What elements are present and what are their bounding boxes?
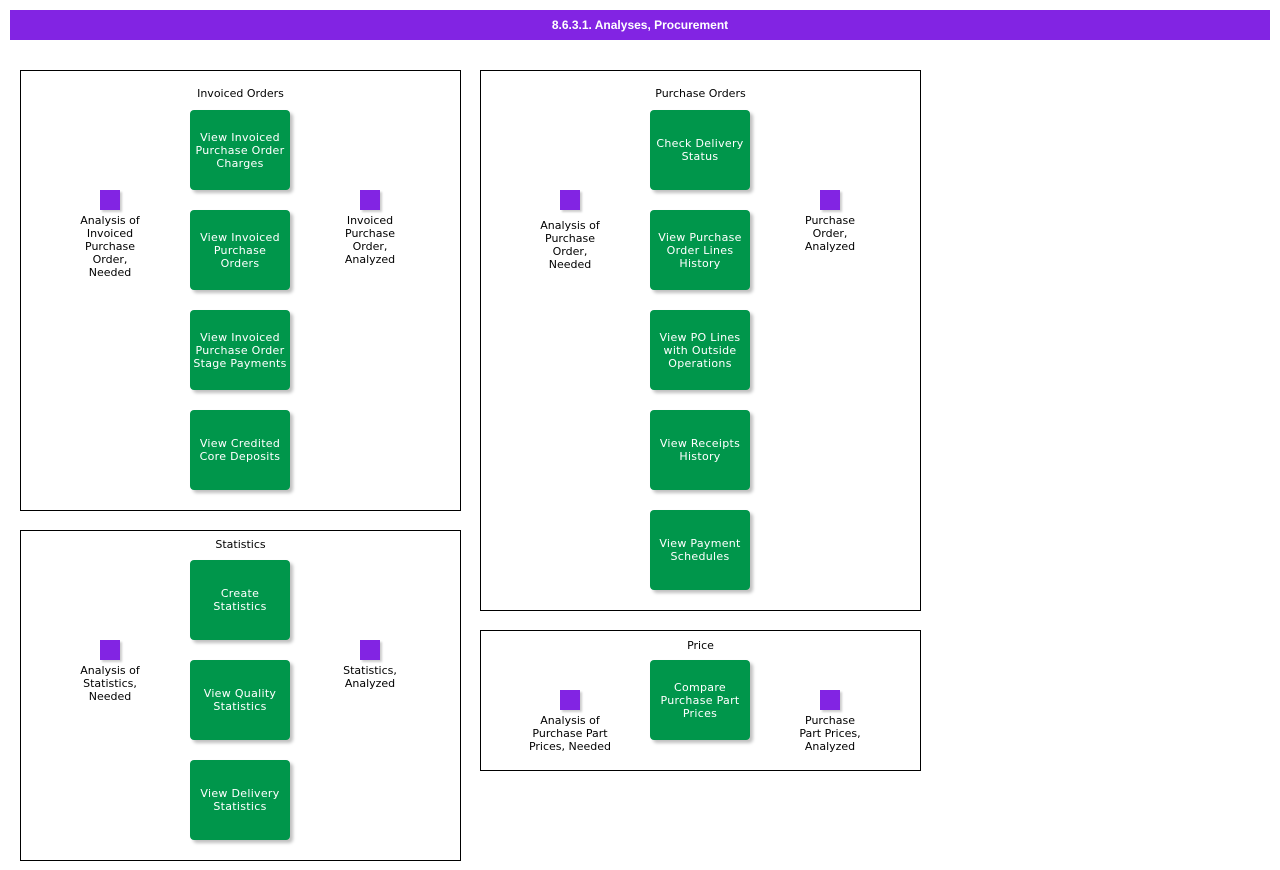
activity-view-quality-statistics[interactable]: View Quality Statistics	[190, 660, 290, 740]
end-event[interactable]	[360, 190, 380, 210]
activity-view-receipts-history[interactable]: View Receipts History	[650, 410, 750, 490]
activity-compare-purchase-part-prices[interactable]: Compare Purchase Part Prices	[650, 660, 750, 740]
activity-view-po-lines-history[interactable]: View Purchase Order Lines History	[650, 210, 750, 290]
activity-check-delivery-status[interactable]: Check Delivery Status	[650, 110, 750, 190]
panel-title: Price	[687, 639, 714, 652]
end-event[interactable]	[360, 640, 380, 660]
start-event-label: Analysis of Statistics, Needed	[80, 664, 140, 703]
panel-title: Invoiced Orders	[197, 87, 284, 100]
end-event[interactable]	[820, 690, 840, 710]
activity-view-invoiced-po-charges[interactable]: View Invoiced Purchase Order Charges	[190, 110, 290, 190]
page-title: 8.6.3.1. Analyses, Procurement	[10, 10, 1270, 40]
end-event[interactable]	[820, 190, 840, 210]
activity-view-credited-core-deposits[interactable]: View Credited Core Deposits	[190, 410, 290, 490]
activity-view-po-lines-outside-ops[interactable]: View PO Lines with Outside Operations	[650, 310, 750, 390]
start-event[interactable]	[560, 190, 580, 210]
end-event-label: Statistics, Analyzed	[343, 664, 397, 690]
activity-create-statistics[interactable]: Create Statistics	[190, 560, 290, 640]
panel-title: Purchase Orders	[655, 87, 746, 100]
end-event-label: Invoiced Purchase Order, Analyzed	[344, 214, 396, 266]
start-event-label: Analysis of Purchase Order, Needed	[540, 219, 600, 271]
activity-view-invoiced-po-stage-payments[interactable]: View Invoiced Purchase Order Stage Payme…	[190, 310, 290, 390]
activity-view-payment-schedules[interactable]: View Payment Schedules	[650, 510, 750, 590]
end-event-label: Purchase Part Prices, Analyzed	[799, 714, 861, 753]
start-event[interactable]	[100, 190, 120, 210]
panel-title: Statistics	[215, 538, 266, 551]
start-event-label: Analysis of Invoiced Purchase Order, Nee…	[80, 214, 140, 279]
activity-view-delivery-statistics[interactable]: View Delivery Statistics	[190, 760, 290, 840]
end-event-label: Purchase Order, Analyzed	[804, 214, 856, 253]
start-event-label: Analysis of Purchase Part Prices, Needed	[528, 714, 612, 753]
start-event[interactable]	[560, 690, 580, 710]
activity-view-invoiced-pos[interactable]: View Invoiced Purchase Orders	[190, 210, 290, 290]
start-event[interactable]	[100, 640, 120, 660]
